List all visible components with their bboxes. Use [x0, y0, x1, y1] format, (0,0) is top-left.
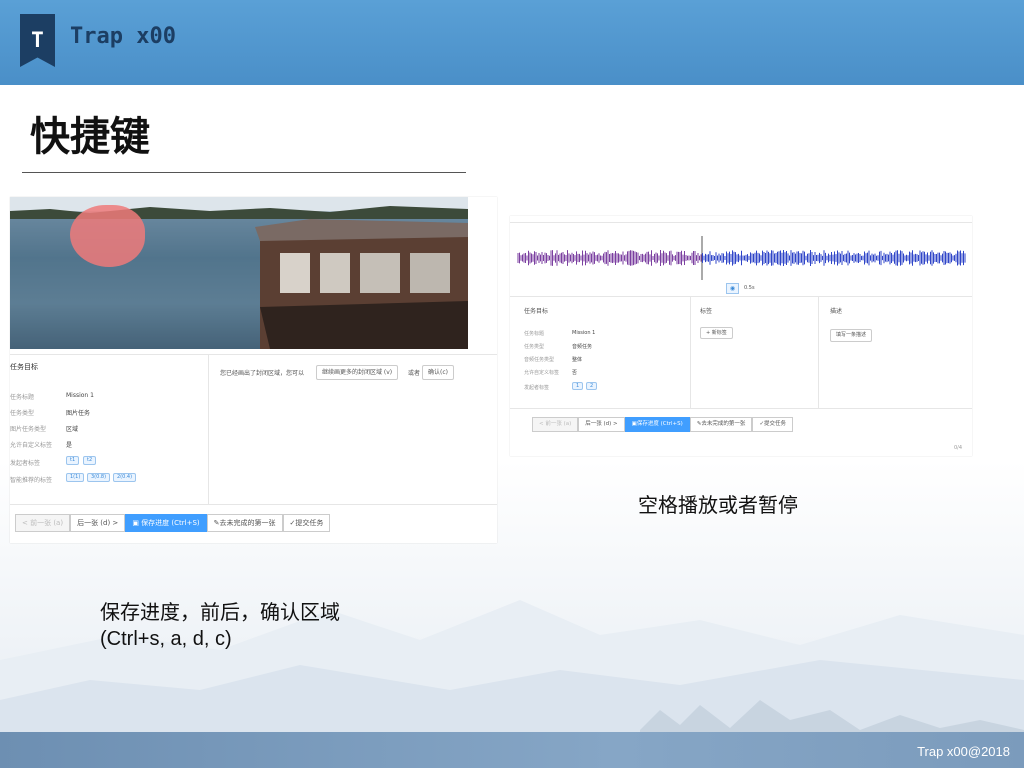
shortcut-caption-line2: (Ctrl+s, a, d, c): [100, 628, 232, 650]
goto-unfinished-button[interactable]: ✎去未完成的第一张: [206, 514, 283, 532]
save-progress-button[interactable]: ▣保存进度 (Ctrl+S): [624, 417, 690, 432]
play-pause-caption: 空格播放或者暂停: [638, 493, 798, 517]
goto-label: 去未完成的第一张: [701, 421, 746, 427]
audio-task-screenshot: ◉ 0.5s 任务目标 标签 描述 + 新标签 填写一条描述 任务标题 Miss…: [510, 216, 972, 456]
field-label: 发起者标签: [524, 385, 550, 391]
slide-title: 快捷键: [30, 114, 150, 160]
field-label: 任务标题: [524, 331, 545, 337]
owner-tag[interactable]: 2: [586, 382, 598, 390]
play-duration: 0.5s: [744, 285, 755, 291]
field-value: 是: [66, 442, 73, 449]
brand-name: Trap x00: [70, 24, 176, 49]
smart-tag[interactable]: 1(1): [66, 473, 85, 482]
shortcut-caption-line1: 保存进度，前后，确认区域: [100, 600, 340, 624]
save-label: 保存进度 (Ctrl+S): [636, 421, 683, 427]
continue-draw-button[interactable]: 继续画更多的封闭区域 (v): [316, 365, 399, 380]
field-label: 任务标题: [10, 394, 35, 401]
field-value: Mission 1: [66, 392, 94, 399]
region-hint: 您已经画出了封闭区域，您可以: [220, 370, 305, 377]
field-value: 否: [572, 370, 578, 376]
submit-label: 提交任务: [295, 519, 324, 527]
footer-copyright: Trap x00@2018: [917, 744, 1010, 759]
field-value: 音频任务: [572, 344, 593, 350]
page-indicator: 0/4: [954, 445, 963, 451]
footer-bar: [0, 732, 1024, 768]
save-progress-button[interactable]: ▣ 保存进度 (Ctrl+S): [125, 514, 207, 532]
submit-task-button[interactable]: ✓提交任务: [282, 514, 331, 532]
logo-letter: T: [31, 28, 44, 52]
annotation-region[interactable]: [70, 205, 145, 267]
save-icon: ▣: [132, 519, 139, 527]
nav-button-row: < 前一张 (a) 后一张 (d) > ▣ 保存进度 (Ctrl+S) ✎去未完…: [15, 514, 331, 532]
owner-tag[interactable]: t2: [83, 456, 97, 465]
title-underline: [22, 172, 466, 173]
prev-button[interactable]: < 前一张 (a): [532, 417, 579, 432]
tags-panel-title: 标签: [700, 308, 713, 315]
field-label: 音频任务类型: [524, 357, 555, 363]
goto-label: 去未完成的第一张: [219, 519, 276, 527]
slide-header: T Trap x00: [0, 0, 1024, 85]
field-value: 整体: [572, 357, 583, 363]
or-text: 或者: [408, 370, 421, 377]
field-value: 区域: [66, 426, 79, 433]
task-panel-title: 任务目标: [524, 308, 549, 315]
field-label: 发起者标签: [10, 460, 41, 467]
smart-tag[interactable]: 2(0.4): [113, 473, 137, 482]
add-description-button[interactable]: 填写一条描述: [830, 329, 873, 342]
image-task-screenshot: 任务目标 任务标题 Mission 1 任务类型 图片任务 图片任务类型 区域 …: [10, 197, 497, 543]
submit-label: 提交任务: [764, 421, 787, 427]
save-label: 保存进度 (Ctrl+S): [141, 519, 200, 527]
nav-button-row: < 前一张 (a) 后一张 (d) > ▣保存进度 (Ctrl+S) ✎去未完成…: [532, 417, 794, 432]
lake-boat-photo: [10, 197, 468, 349]
play-icon[interactable]: ◉: [726, 283, 739, 294]
next-button[interactable]: 后一张 (d) >: [578, 417, 625, 432]
prev-button[interactable]: < 前一张 (a): [15, 514, 71, 532]
confirm-button[interactable]: 确认(c): [422, 365, 454, 380]
field-label: 任务类型: [524, 344, 545, 350]
next-button[interactable]: 后一张 (d) >: [70, 514, 126, 532]
field-label: 允许自定义标签: [10, 442, 53, 449]
audio-waveform[interactable]: [516, 236, 968, 280]
add-tag-button[interactable]: + 新标签: [700, 327, 733, 339]
bookmark-logo-icon: T: [20, 14, 55, 67]
smart-tag[interactable]: 3(0.8): [87, 473, 111, 482]
submit-task-button[interactable]: ✓提交任务: [752, 417, 794, 432]
owner-tag[interactable]: 1: [572, 382, 584, 390]
field-label: 允许自定义标签: [524, 370, 560, 376]
owner-tag[interactable]: t1: [66, 456, 80, 465]
field-label: 任务类型: [10, 410, 35, 417]
goto-unfinished-button[interactable]: ✎去未完成的第一张: [689, 417, 753, 432]
desc-panel-title: 描述: [830, 308, 843, 315]
field-label: 智能推荐的标签: [10, 477, 53, 484]
field-label: 图片任务类型: [10, 426, 47, 433]
task-panel-title: 任务目标: [10, 363, 38, 371]
field-value: 图片任务: [66, 410, 91, 417]
field-value: Mission 1: [572, 330, 596, 336]
